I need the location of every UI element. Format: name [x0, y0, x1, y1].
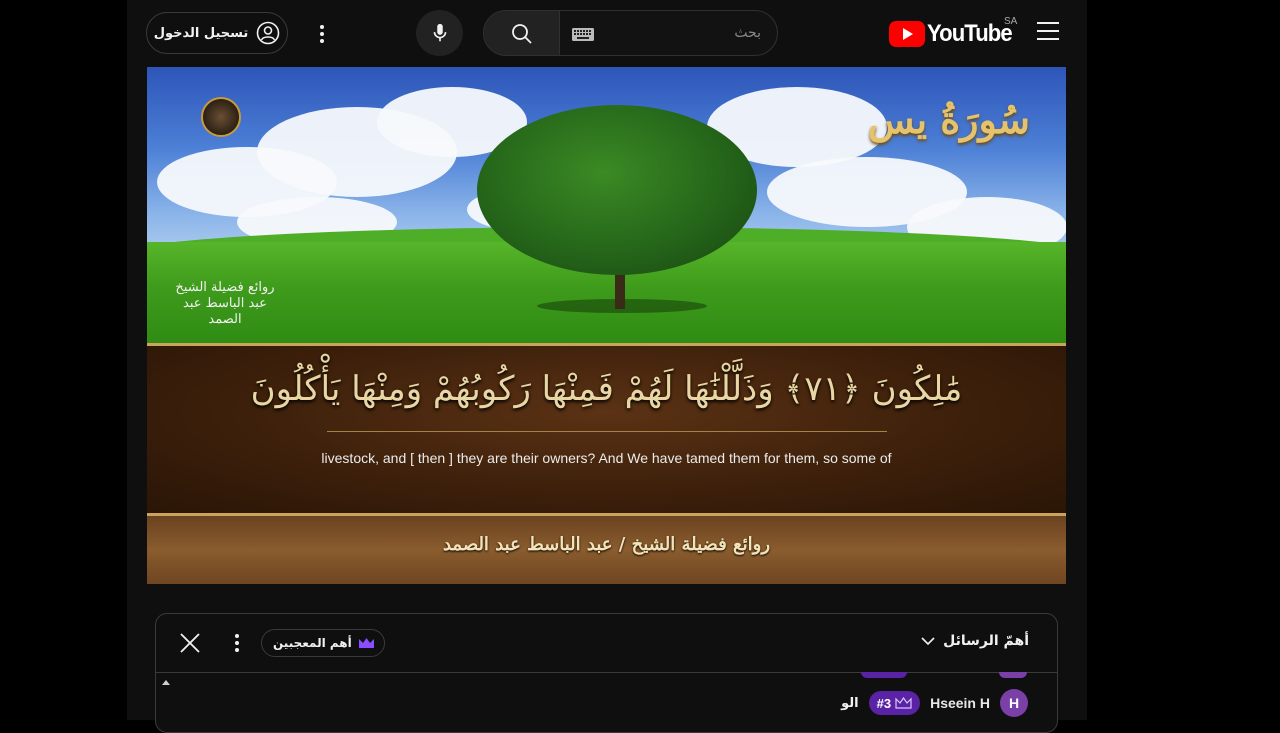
voice-search-button[interactable]	[416, 10, 463, 56]
chat-mode-selector[interactable]: أهمّ الرسائل	[921, 633, 1029, 649]
fan-rank-badge: #3	[868, 691, 921, 715]
close-icon[interactable]	[178, 631, 202, 655]
live-chat-panel: أهم المعجبين أهمّ الرسائل H Hseein H #3 …	[155, 613, 1058, 733]
video-player[interactable]: سُورَةُ يس روائع فضيلة الشيخ عبد الباسط …	[147, 67, 1066, 584]
channel-watermark-avatar[interactable]	[201, 97, 241, 137]
footer-reciter-text: روائع فضيلة الشيخ / عبد الباسط عبد الصمد	[442, 534, 771, 555]
verse-arabic: مَٰلِكُونَ ﴿٧١﴾ وَذَلَّلْنَٰهَا لَهُمْ ف…	[250, 369, 963, 409]
search-box	[483, 10, 778, 56]
chat-header: أهم المعجبين أهمّ الرسائل	[156, 614, 1057, 673]
chat-message[interactable]: H Hseein H #3 الو	[841, 689, 1028, 717]
footer-band: روائع فضيلة الشيخ / عبد الباسط عبد الصمد	[147, 516, 1066, 584]
masthead: YouTube SA بحث تسجيل الدخول	[127, 0, 1087, 67]
top-messages-label: أهمّ الرسائل	[943, 633, 1029, 649]
logo-text: YouTube	[927, 20, 1013, 47]
sign-in-button[interactable]: تسجيل الدخول	[146, 12, 288, 54]
country-code: SA	[1004, 16, 1018, 27]
verse-band: مَٰلِكُونَ ﴿٧١﴾ وَذَلَّلْنَٰهَا لَهُمْ ف…	[147, 343, 1066, 516]
tree-crown	[477, 105, 757, 275]
sign-in-label: تسجيل الدخول	[153, 25, 249, 41]
mic-icon	[433, 23, 446, 42]
crown-icon	[895, 697, 912, 709]
youtube-logo-icon	[889, 21, 925, 47]
top-fans-label: أهم المعجبين	[273, 636, 352, 650]
chat-more-vert-icon[interactable]	[232, 633, 242, 653]
scroll-up-arrow[interactable]	[162, 680, 170, 685]
top-fans-button[interactable]: أهم المعجبين	[261, 629, 385, 657]
youtube-page: YouTube SA بحث تسجيل الدخول سُورَةُ يس ر…	[127, 0, 1087, 733]
search-button[interactable]	[484, 11, 560, 55]
sheikh-calligraphy: روائع فضيلة الشيخ عبد الباسط عبد الصمد	[175, 280, 275, 327]
verse-divider	[327, 431, 887, 432]
youtube-logo[interactable]: YouTube	[889, 18, 1019, 50]
previous-message-avatar	[999, 672, 1027, 678]
crown-icon	[358, 638, 374, 648]
avatar[interactable]: H	[1000, 689, 1028, 717]
verse-translation: livestock, and [ then ] they are their o…	[321, 450, 892, 466]
surah-title: سُورَةُ يس	[868, 97, 1030, 142]
keyboard-icon[interactable]	[572, 28, 594, 41]
previous-message-badge	[861, 672, 907, 678]
fan-rank-text: #3	[876, 695, 892, 711]
message-text: الو	[841, 695, 859, 711]
search-icon	[511, 24, 532, 44]
chevron-down-icon	[921, 637, 935, 646]
account-circle-icon	[256, 21, 280, 45]
more-vert-icon[interactable]	[312, 20, 332, 48]
hamburger-icon[interactable]	[1037, 22, 1059, 42]
message-author[interactable]: Hseein H	[930, 695, 990, 711]
